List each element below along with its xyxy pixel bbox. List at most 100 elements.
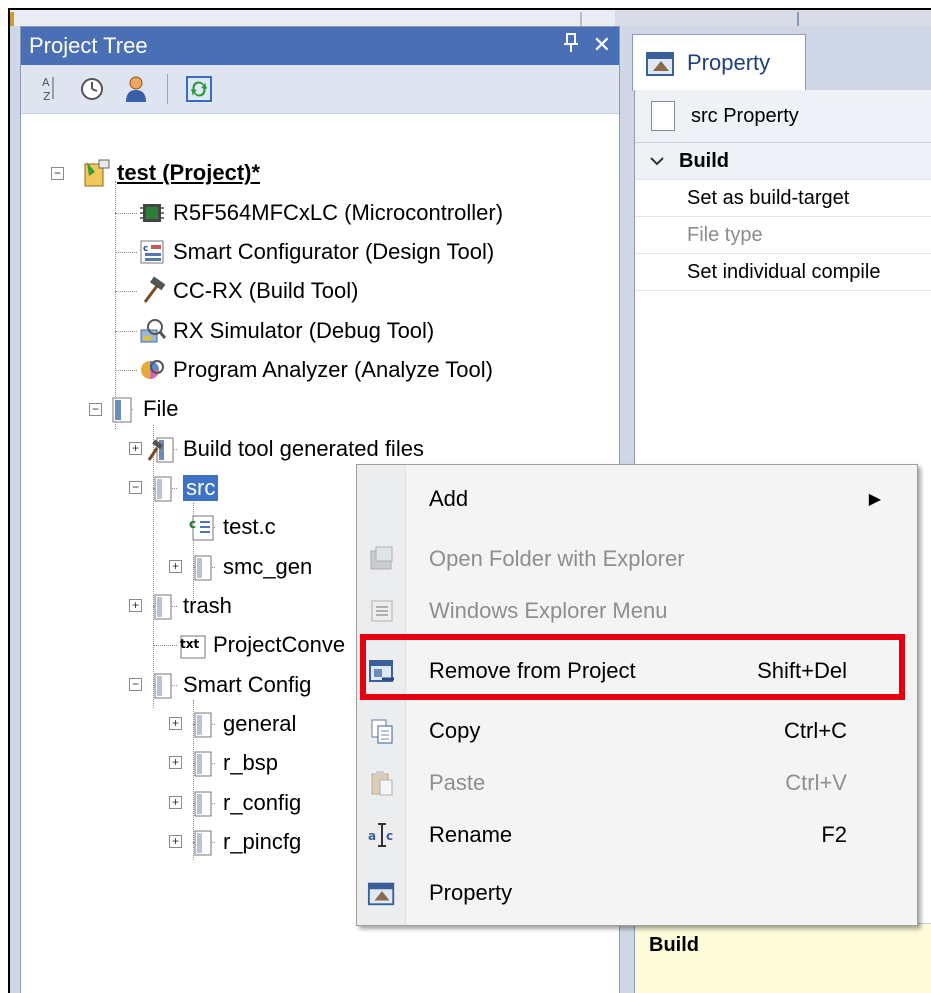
ccrx-label: CC-RX (Build Tool) xyxy=(173,278,359,303)
tree-node-build-generated-files[interactable]: Build tool generated files xyxy=(147,431,424,467)
expand-smcgen-toggle[interactable]: + xyxy=(169,560,182,573)
tree-node-project-converter[interactable]: txt ProjectConve xyxy=(177,627,345,663)
test-c-label: test.c xyxy=(223,514,276,539)
property-row[interactable]: Set individual compile xyxy=(635,254,931,291)
property-tab-label: Property xyxy=(687,50,771,75)
r-pincfg-label: r_pincfg xyxy=(223,829,302,854)
clock-icon[interactable] xyxy=(79,76,105,102)
property-row[interactable]: File type xyxy=(635,217,931,254)
c-source-file-icon: c xyxy=(187,512,217,542)
smart-configurator-label: Smart Configurator (Design Tool) xyxy=(173,239,495,264)
svg-text:A: A xyxy=(42,76,50,89)
expand-rpincfg-toggle[interactable]: + xyxy=(169,835,182,848)
trash-label: trash xyxy=(183,593,232,618)
menu-item-windows-explorer-menu[interactable]: Windows Explorer Menu xyxy=(357,585,917,637)
svg-text:c: c xyxy=(189,517,196,531)
submenu-arrow-icon: ▶ xyxy=(868,491,881,508)
tree-node-r-pincfg[interactable]: r_pincfg xyxy=(187,824,301,860)
tree-node-simulator[interactable]: RX Simulator (Debug Tool) xyxy=(137,313,434,349)
tree-node-file[interactable]: File xyxy=(107,391,178,427)
project-converter-label: ProjectConve xyxy=(213,632,346,657)
tree-node-smc-gen[interactable]: smc_gen xyxy=(187,549,312,585)
general-label: general xyxy=(223,711,297,736)
sort-az-icon[interactable]: AZ xyxy=(35,76,61,103)
explorer-folder-icon xyxy=(367,544,397,574)
svg-text:c: c xyxy=(143,244,148,254)
top-strip xyxy=(10,10,931,26)
tree-node-trash[interactable]: trash xyxy=(147,588,232,624)
tree-node-src[interactable]: src xyxy=(147,470,219,506)
project-tree-title: Project Tree xyxy=(29,33,148,58)
menu-item-property[interactable]: Property xyxy=(357,867,917,919)
tree-node-r-config[interactable]: r_config xyxy=(187,785,301,821)
property-category-build[interactable]: Build xyxy=(635,143,931,180)
close-icon[interactable]: ✕ xyxy=(593,32,611,60)
smc-gen-label: smc_gen xyxy=(223,554,313,579)
tree-node-smart-configurator[interactable]: c Smart Configurator (Design Tool) xyxy=(137,234,494,270)
menu-item-add[interactable]: Add ▶ xyxy=(357,473,917,525)
expand-rconfig-toggle[interactable]: + xyxy=(169,796,182,809)
tree-node-r-bsp[interactable]: r_bsp xyxy=(187,745,278,781)
tree-node-general[interactable]: general xyxy=(187,706,296,742)
smart-configurator-folder-label: Smart Config xyxy=(183,672,312,697)
refresh-icon[interactable] xyxy=(186,76,212,102)
menu-item-paste[interactable]: Paste Ctrl+V xyxy=(357,757,917,809)
build-folder-icon xyxy=(147,434,177,464)
property-icon xyxy=(367,878,397,908)
folder-icon xyxy=(147,670,177,700)
svg-text:a: a xyxy=(368,829,376,843)
menu-list-icon xyxy=(367,596,397,626)
program-analyzer-label: Program Analyzer (Analyze Tool) xyxy=(173,357,493,382)
collapse-file-toggle[interactable]: − xyxy=(89,403,102,416)
configurator-icon: c xyxy=(137,237,167,267)
r-config-label: r_config xyxy=(223,790,302,815)
chip-icon xyxy=(137,198,167,228)
file-category-icon xyxy=(107,394,137,424)
chevron-down-icon[interactable] xyxy=(649,150,665,173)
paste-icon xyxy=(367,768,397,798)
project-tree-titlebar: Project Tree ✕ xyxy=(21,27,619,65)
microcontroller-label: R5F564MFCxLC (Microcontroller) xyxy=(173,200,504,225)
tree-node-project[interactable]: test (Project)* xyxy=(81,155,260,191)
folder-icon xyxy=(187,827,217,857)
simulator-label: RX Simulator (Debug Tool) xyxy=(173,318,435,343)
folder-icon xyxy=(187,552,217,582)
expand-general-toggle[interactable]: + xyxy=(169,717,182,730)
expand-rbsp-toggle[interactable]: + xyxy=(169,756,182,769)
tree-node-test-c[interactable]: c test.c xyxy=(187,509,276,545)
expand-trash-toggle[interactable]: + xyxy=(129,599,142,612)
src-label: src xyxy=(183,475,219,501)
tree-node-program-analyzer[interactable]: Program Analyzer (Analyze Tool) xyxy=(137,352,493,388)
tree-node-microcontroller[interactable]: R5F564MFCxLC (Microcontroller) xyxy=(137,195,503,231)
tree-node-smart-configurator-folder[interactable]: Smart Config xyxy=(147,667,311,703)
folder-icon xyxy=(147,473,177,503)
r-bsp-label: r_bsp xyxy=(223,750,279,775)
project-tree-toolbar: AZ xyxy=(21,65,619,114)
tab-property[interactable]: Property xyxy=(632,34,806,91)
menu-item-rename[interactable]: ac Rename F2 xyxy=(357,809,917,861)
user-icon[interactable] xyxy=(123,76,149,102)
property-row[interactable]: Set as build-target xyxy=(635,180,931,217)
folder-icon xyxy=(651,101,675,131)
project-label: test (Project)* xyxy=(117,160,261,185)
svg-text:c: c xyxy=(386,829,393,843)
collapse-smartfolder-toggle[interactable]: − xyxy=(129,678,142,691)
tree-node-ccrx[interactable]: CC-RX (Build Tool) xyxy=(137,273,358,309)
project-icon xyxy=(81,158,111,188)
analyzer-icon xyxy=(137,355,167,385)
collapse-project-toggle[interactable]: − xyxy=(51,167,64,180)
file-label: File xyxy=(143,396,179,421)
hammer-icon xyxy=(137,276,167,306)
property-header-label: src Property xyxy=(691,104,799,127)
expand-buildgen-toggle[interactable]: + xyxy=(129,442,142,455)
menu-item-copy[interactable]: Copy Ctrl+C xyxy=(357,705,917,757)
folder-icon xyxy=(147,591,177,621)
txt-file-icon: txt xyxy=(177,630,207,660)
menu-item-open-folder-explorer[interactable]: Open Folder with Explorer xyxy=(357,533,917,585)
folder-icon xyxy=(187,709,217,739)
collapse-src-toggle[interactable]: − xyxy=(129,481,142,494)
property-category-label: Build xyxy=(679,149,729,172)
pin-icon[interactable] xyxy=(563,32,579,60)
folder-icon xyxy=(187,748,217,778)
folder-icon xyxy=(187,788,217,818)
